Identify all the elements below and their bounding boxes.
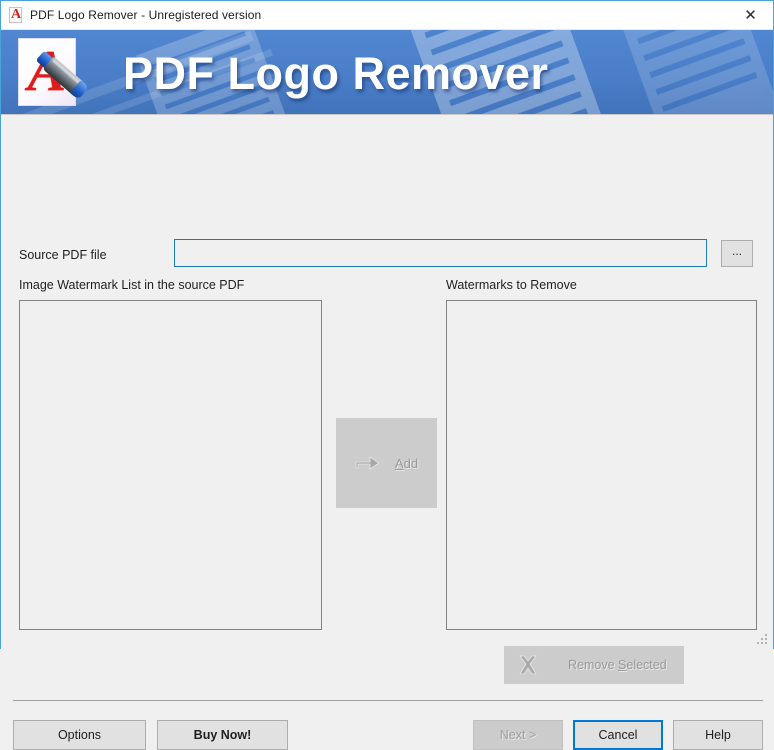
remove-selected-label: Remove Selected [568,658,667,672]
close-icon[interactable]: ✕ [728,2,773,29]
footer-separator [13,700,763,701]
left-list-label: Image Watermark List in the source PDF [19,278,245,292]
browse-button[interactable]: ... [721,240,753,267]
options-button[interactable]: Options [13,720,146,750]
banner-title: PDF Logo Remover [123,48,549,99]
cancel-button[interactable]: Cancel [573,720,663,750]
right-list-label: Watermarks to Remove [446,278,577,292]
arrow-right-icon [355,456,380,470]
remove-accel-char: S [618,658,627,672]
add-button-label: Add [395,456,418,471]
next-button[interactable]: Next > [473,720,563,750]
buy-now-button[interactable]: Buy Now! [157,720,288,750]
window-title: PDF Logo Remover - Unregistered version [30,8,262,22]
source-pdf-input[interactable] [174,239,707,267]
help-button[interactable]: Help [673,720,763,750]
watermarks-to-remove-list[interactable] [446,300,757,630]
add-button[interactable]: Add [336,418,437,508]
image-watermark-list[interactable] [19,300,322,630]
title-bar: A PDF Logo Remover - Unregistered versio… [1,1,773,30]
resize-grip-icon[interactable] [755,632,769,646]
pdf-document-icon: A [9,7,22,23]
source-pdf-label: Source PDF file [19,248,107,262]
app-banner: A PDF Logo Remover [1,30,773,115]
remove-label-rest: elected [626,658,667,672]
pdf-marker-logo-icon: A [18,38,104,106]
application-window: A PDF Logo Remover - Unregistered versio… [0,0,774,750]
x-delete-icon [519,655,537,675]
remove-label-prefix: Remove [568,658,619,672]
dialog-content: Source PDF file ... Image Watermark List… [1,115,773,750]
add-label-rest: dd [403,455,419,471]
remove-selected-button[interactable]: Remove Selected [504,646,684,684]
add-accel-char: A [394,455,404,471]
